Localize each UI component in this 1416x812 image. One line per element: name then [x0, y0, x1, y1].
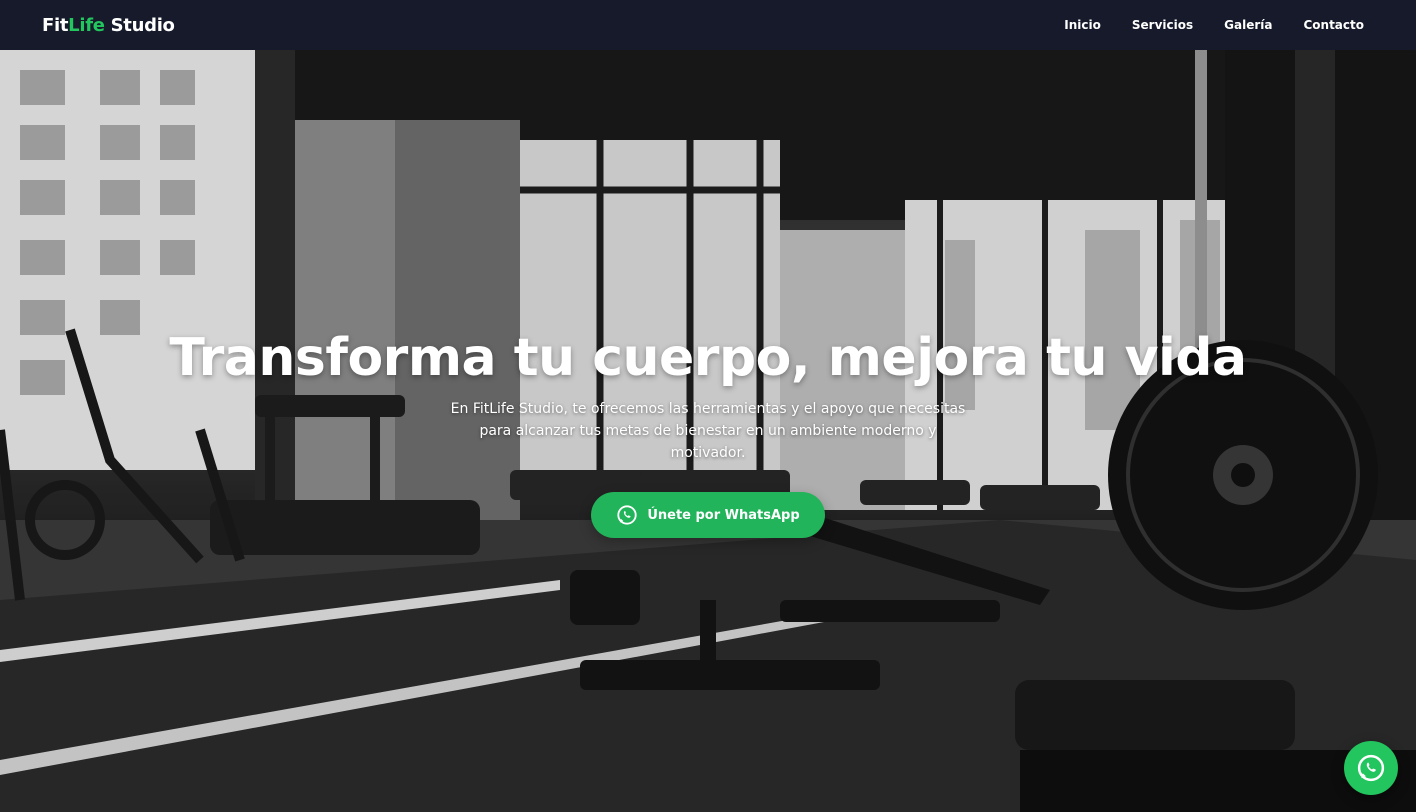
brand-accent: Life — [68, 14, 105, 36]
hero-title: Transforma tu cuerpo, mejora tu vida — [169, 328, 1247, 388]
nav-link-contacto[interactable]: Contacto — [1303, 18, 1364, 32]
whatsapp-cta-button[interactable]: Únete por WhatsApp — [591, 492, 825, 538]
brand-logo[interactable]: FitLife Studio — [42, 15, 175, 36]
cta-label: Únete por WhatsApp — [647, 507, 800, 523]
hero-content: Transforma tu cuerpo, mejora tu vida En … — [0, 322, 1416, 538]
nav-link-galeria[interactable]: Galería — [1224, 18, 1272, 32]
floating-whatsapp-button[interactable] — [1344, 741, 1398, 795]
whatsapp-icon — [616, 504, 638, 526]
brand-suffix: Studio — [104, 14, 175, 36]
nav-link-inicio[interactable]: Inicio — [1064, 18, 1101, 32]
hero-subtitle: En FitLife Studio, te ofrecemos las herr… — [450, 401, 966, 461]
whatsapp-icon — [1356, 753, 1386, 783]
nav-link-servicios[interactable]: Servicios — [1132, 18, 1193, 32]
nav-links: Inicio Servicios Galería Contacto — [1033, 18, 1364, 32]
brand-prefix: Fit — [42, 14, 69, 36]
navbar: FitLife Studio Inicio Servicios Galería … — [0, 0, 1416, 50]
